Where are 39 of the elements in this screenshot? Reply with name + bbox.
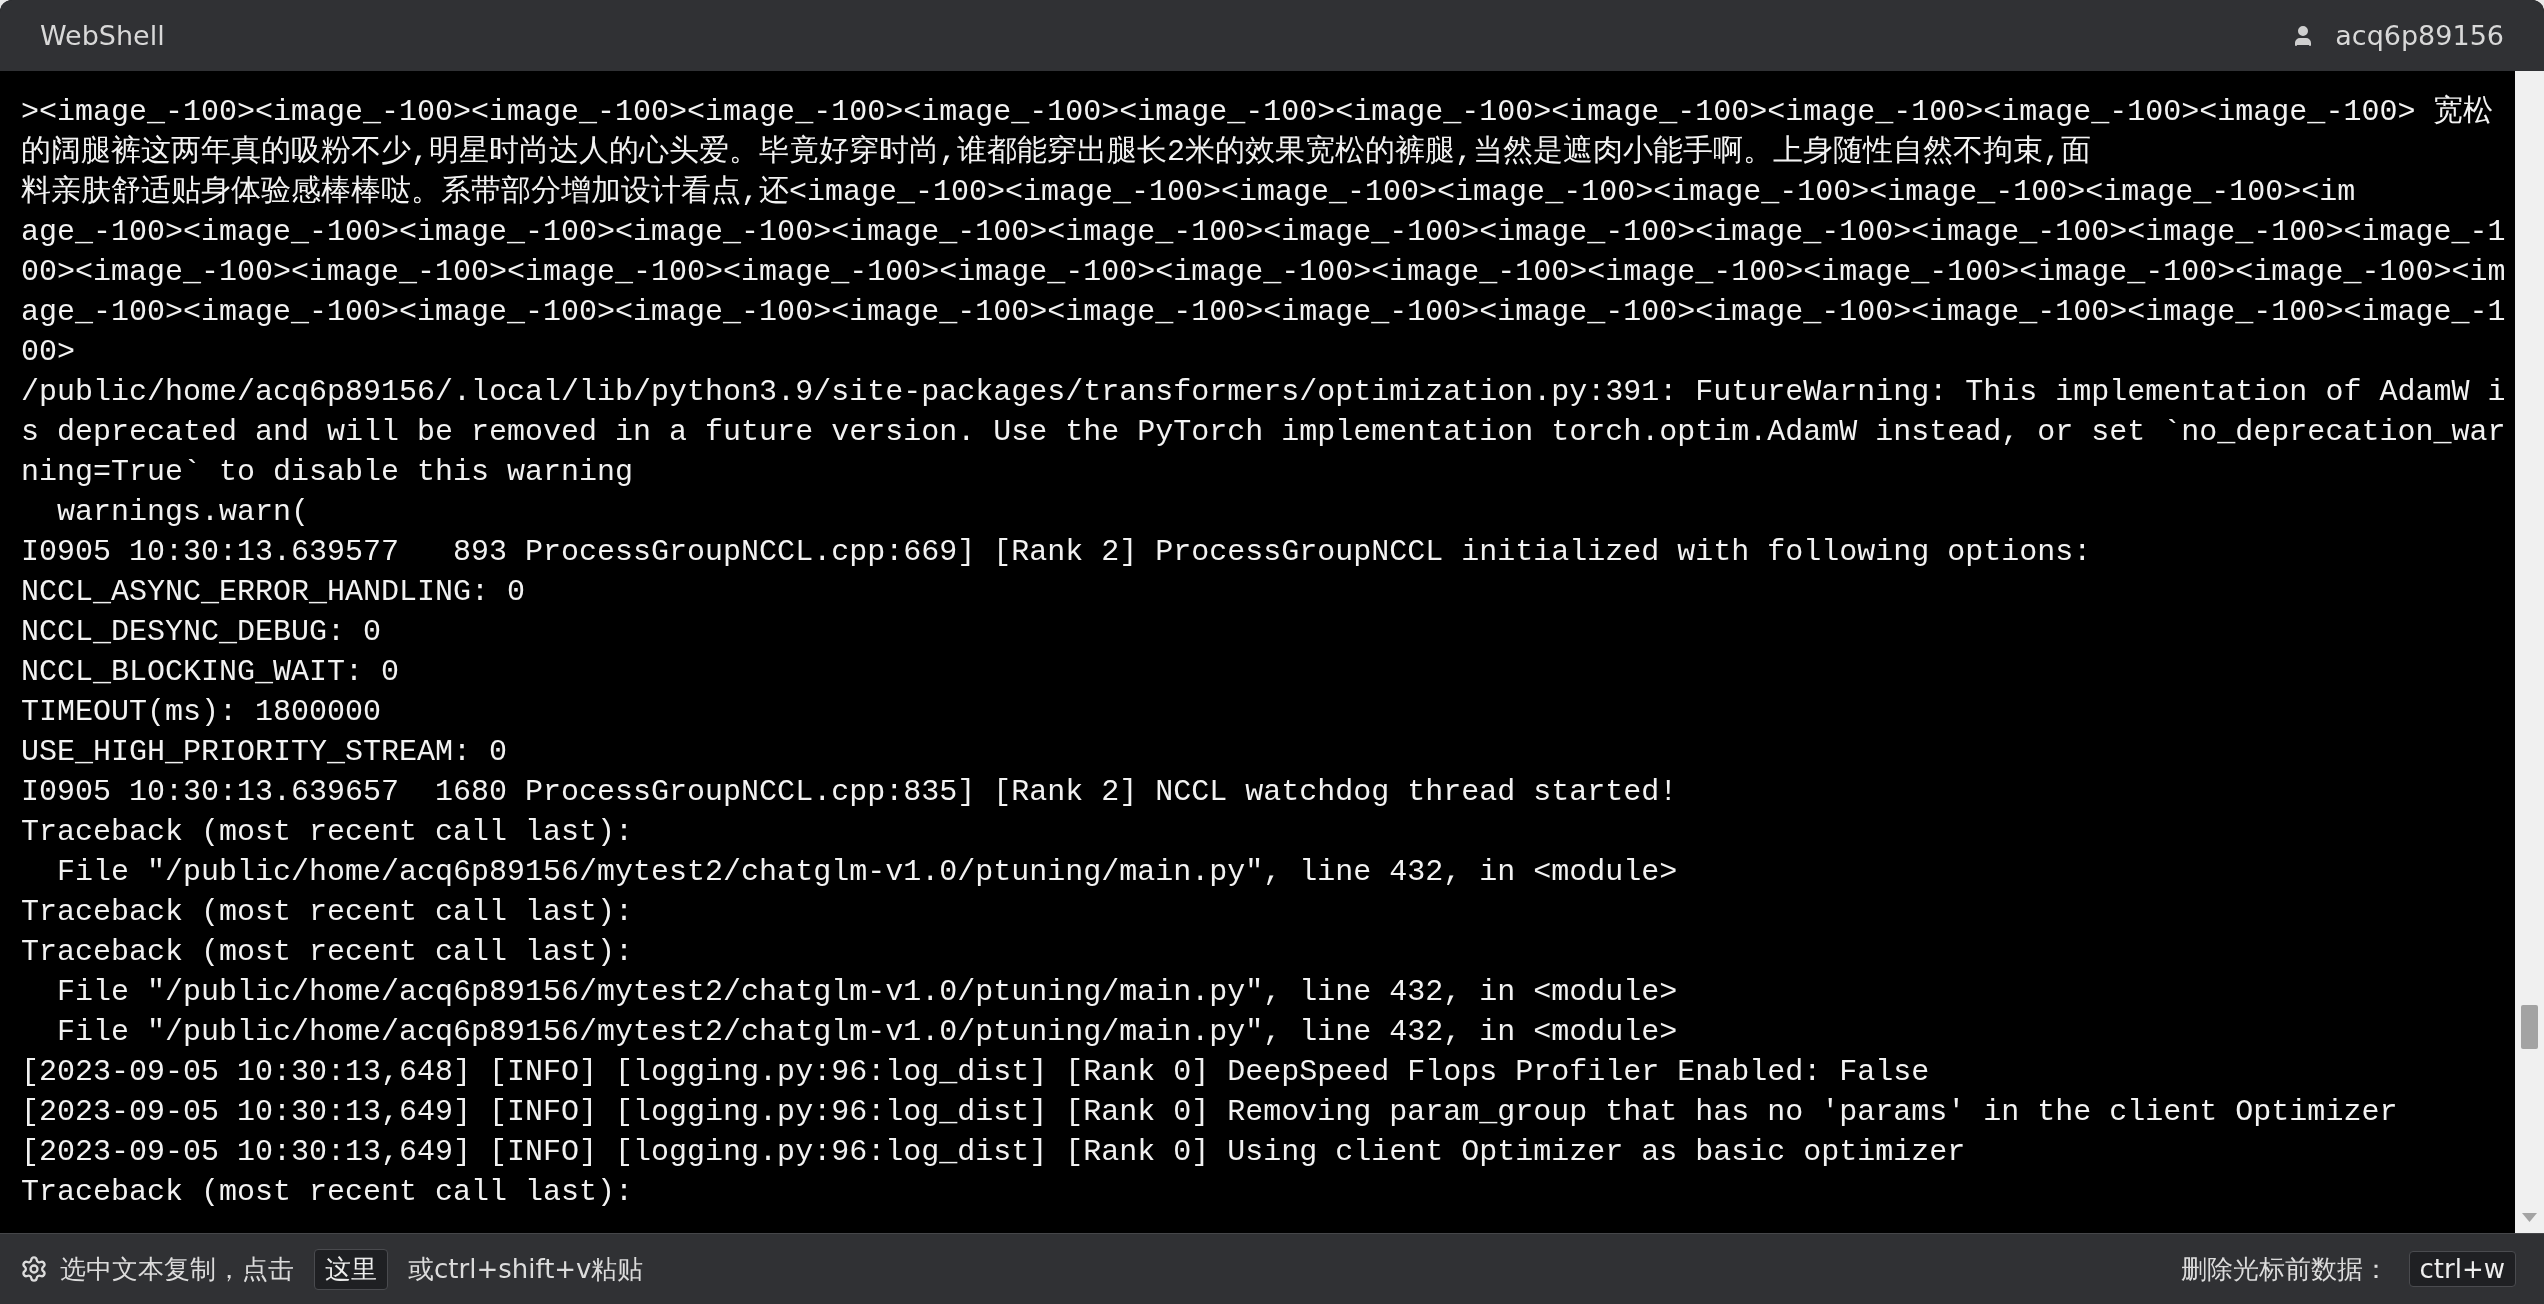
scrollbar[interactable] bbox=[2515, 71, 2544, 1233]
terminal-line: File "/public/home/acq6p89156/mytest2/chatglm-v1.0/ptuning/main.py", line 432, in <module> bbox=[56, 974, 1678, 1011]
terminal-line: age_-100><image_-100><image_-100><image_-100><image_-100><image_-100><image_-100><image_-100><image_-100><image_-100><image_-100><image_-1 bbox=[21, 214, 2506, 251]
terminal-line: File "/public/home/acq6p89156/mytest2/chatglm-v1.0/ptuning/main.py", line 432, in <module> bbox=[56, 1014, 1678, 1051]
terminal-line: USE_HIGH_PRIORITY_STREAM: 0 bbox=[21, 734, 508, 771]
terminal-line: [2023-09-05 10:30:13,648] [INFO] [logging.py:96:log_dist] [Rank 0] DeepSpeed Flops Profiler Enabled: False bbox=[21, 1054, 1930, 1091]
delete-label: 删除光标前数据： bbox=[2180, 1252, 2389, 1286]
terminal-line: NCCL_BLOCKING_WAIT: 0 bbox=[21, 654, 400, 691]
copy-hint: 选中文本复制，点击 bbox=[60, 1252, 294, 1286]
terminal-line: [2023-09-05 10:30:13,649] [INFO] [logging.py:96:log_dist] [Rank 0] Using client Optimizer as basic optimizer bbox=[21, 1134, 1966, 1171]
window-title: WebShell bbox=[40, 20, 165, 51]
here-button[interactable]: 这里 bbox=[314, 1248, 388, 1290]
terminal-line: ><image_-100><image_-100><image_-100><image_-100><image_-100><image_-100><image_-100><image_-100><image_-100><image_-100><image_-100> 宽松 bbox=[21, 93, 2494, 131]
paste-hint: 或ctrl+shift+v粘贴 bbox=[408, 1252, 644, 1286]
terminal-line: 00><image_-100><image_-100><image_-100><image_-100><image_-100><image_-100><image_-100><image_-100><image_-100><image_-100><image_-100><im bbox=[21, 254, 2506, 291]
terminal-line: age_-100><image_-100><image_-100><image_-100><image_-100><image_-100><image_-100><image_-100><image_-100><image_-100><image_-100><image_-1 bbox=[21, 294, 2506, 331]
terminal-line: NCCL_ASYNC_ERROR_HANDLING: 0 bbox=[21, 574, 526, 611]
shortcut-key[interactable]: ctrl+w bbox=[2408, 1251, 2516, 1287]
terminal-line: [2023-09-05 10:30:13,649] [INFO] [logging.py:96:log_dist] [Rank 0] Removing param_group that has no 'params' in the client Optimizer bbox=[21, 1094, 2398, 1131]
scrollbar-thumb[interactable] bbox=[2521, 1005, 2538, 1049]
terminal-line: I0905 10:30:13.639577 893 ProcessGroupNCCL.cpp:669] [Rank 2] ProcessGroupNCCL initialized with following options: bbox=[21, 534, 2092, 571]
terminal-line: Traceback (most recent call last): bbox=[21, 934, 634, 971]
terminal-line: 00> bbox=[21, 334, 75, 371]
terminal-line: warnings.warn( bbox=[56, 494, 310, 531]
terminal-line: /public/home/acq6p89156/.local/lib/python3.9/site-packages/transformers/optimization.py:391: FutureWarning: This implementation of AdamW i bbox=[21, 374, 2506, 411]
settings-icon bbox=[20, 1255, 48, 1283]
terminal-line: Traceback (most recent call last): bbox=[21, 1174, 634, 1211]
terminal-line: Traceback (most recent call last): bbox=[21, 894, 634, 931]
terminal-line: s deprecated and will be removed in a future version. Use the PyTorch implementation torch.optim.AdamW instead, or set `no_deprecation_war bbox=[21, 414, 2506, 451]
terminal-line: 的阔腿裤这两年真的吸粉不少,明星时尚达人的心头爱。毕竟好穿时尚,谁都能穿出腿长2米的效果宽松的裤腿,当然是遮肉小能手啊。上身随性自然不拘束,面 bbox=[21, 133, 2091, 171]
terminal-line: I0905 10:30:13.639657 1680 ProcessGroupNCCL.cpp:835] [Rank 2] NCCL watchdog thread started! bbox=[21, 774, 1678, 811]
terminal-line: Traceback (most recent call last): bbox=[21, 814, 634, 851]
user-name: acq6p89156 bbox=[2335, 20, 2504, 51]
terminal-line: NCCL_DESYNC_DEBUG: 0 bbox=[21, 614, 382, 651]
terminal-line: File "/public/home/acq6p89156/mytest2/chatglm-v1.0/ptuning/main.py", line 432, in <module> bbox=[56, 854, 1678, 891]
terminal-line: ning=True` to disable this warning bbox=[21, 454, 634, 491]
terminal-line: 料亲肤舒适贴身体验感棒棒哒。系带部分增加设计看点,还<image_-100><image_-100><image_-100><image_-100><image_-100><image_-100><image_-100><im bbox=[21, 174, 2356, 211]
terminal-line: TIMEOUT(ms): 1800000 bbox=[21, 694, 382, 731]
scroll-down-icon[interactable] bbox=[2522, 1213, 2537, 1223]
